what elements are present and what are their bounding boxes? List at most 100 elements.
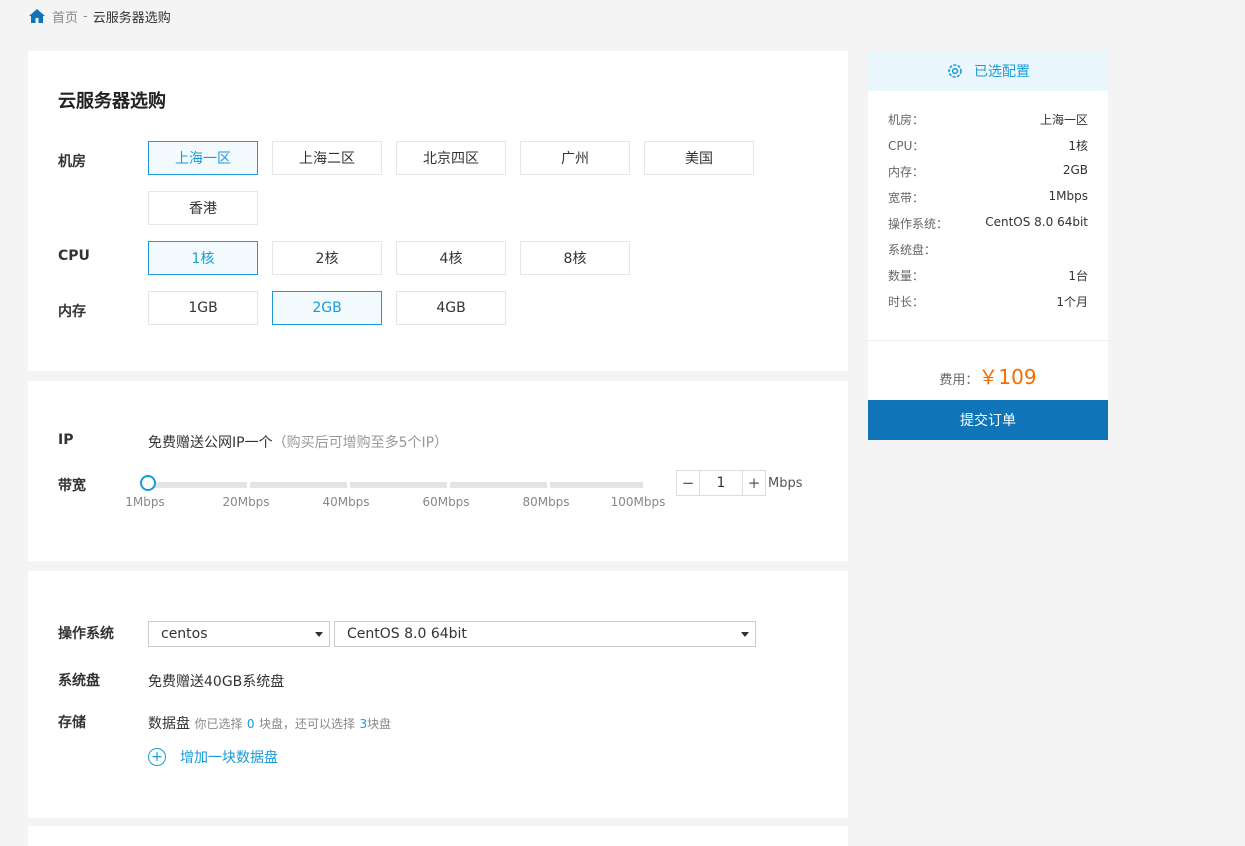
datacenter-label: 机房: [58, 154, 86, 170]
summary-row: 数量： 1台: [868, 267, 1108, 293]
cpu-label: CPU: [58, 248, 90, 264]
summary-key: 宽带：: [888, 191, 925, 205]
bandwidth-unit: Mbps: [768, 476, 803, 491]
summary-key: 机房：: [888, 113, 925, 127]
summary-row: 机房： 上海一区: [868, 111, 1108, 137]
settings-gear-icon: [948, 64, 962, 78]
data-disk-middle: 块盘，还可以选择: [259, 717, 356, 731]
fee-line: 费用：￥109: [868, 361, 1108, 390]
summary-row: 宽带： 1Mbps: [868, 189, 1108, 215]
slider-tick-label: 100Mbps: [610, 495, 666, 509]
os-label: 操作系统: [58, 626, 114, 642]
data-disk-suffix: 块盘: [367, 717, 392, 731]
selected-config-panel: 已选配置 机房： 上海一区 CPU： 1核 内存： 2GB 宽带： 1Mbps 操作系统…: [868, 51, 1108, 440]
ip-hint: （购买后可增购至多5个IP）: [272, 435, 449, 451]
breadcrumb-separator: -: [83, 8, 88, 24]
os-family-value: centos: [161, 626, 208, 642]
summary-row: 系统盘：: [868, 241, 1108, 267]
submit-order-button[interactable]: 提交订单: [868, 400, 1108, 440]
summary-key: CPU：: [888, 139, 925, 153]
home-icon[interactable]: [28, 7, 46, 25]
summary-row: 操作系统： CentOS 8.0 64bit: [868, 215, 1108, 241]
datacenter-option-guangzhou[interactable]: 广州: [520, 141, 630, 175]
summary-value: 1个月: [1056, 295, 1088, 309]
summary-value: CentOS 8.0 64bit: [985, 215, 1088, 229]
slider-tick-label: 1Mbps: [125, 495, 165, 509]
breadcrumb-current: 云服务器选购: [92, 10, 171, 26]
bandwidth-value-input[interactable]: 1: [700, 471, 742, 495]
os-version-select[interactable]: CentOS 8.0 64bit: [334, 621, 756, 647]
selected-config-header: 已选配置: [868, 51, 1108, 91]
next-section-card: [28, 826, 848, 846]
fee-label: 费用：: [939, 373, 979, 388]
os-family-select[interactable]: centos: [148, 621, 330, 647]
breadcrumb-home-link[interactable]: 首页: [52, 7, 78, 26]
memory-label: 内存: [58, 304, 86, 320]
fee-price: ￥109: [978, 365, 1037, 389]
slider-tick-label: 60Mbps: [422, 495, 470, 509]
slider-tick-label: 20Mbps: [222, 495, 270, 509]
slider-segment-gap: [247, 482, 250, 488]
slider-tick-label: 80Mbps: [522, 495, 570, 509]
data-disk-info: 数据盘 你已选择 0 块盘，还可以选择 3块盘: [148, 713, 391, 733]
system-disk-label: 系统盘: [58, 673, 100, 689]
memory-option-2gb[interactable]: 2GB: [272, 291, 382, 325]
datacenter-option-usa[interactable]: 美国: [644, 141, 754, 175]
system-card: 操作系统 centos CentOS 8.0 64bit 系统盘 免费赠送40G…: [28, 571, 848, 818]
network-card: IP 免费赠送公网IP一个（购买后可增购至多5个IP） 带宽 1Mbps 20M…: [28, 381, 848, 561]
page-title: 云服务器选购: [58, 91, 166, 112]
datacenter-option-shanghai-2[interactable]: 上海二区: [272, 141, 382, 175]
slider-segment-gap: [547, 482, 550, 488]
plus-circle-icon: +: [148, 748, 166, 766]
data-disk-prefix: 你已选择: [194, 717, 243, 731]
data-disk-remaining-count: 3: [359, 717, 368, 731]
summary-value: 1核: [1068, 139, 1088, 153]
summary-row: 时长： 1个月: [868, 293, 1108, 319]
server-config-card: 云服务器选购 机房 上海一区 上海二区 北京四区 广州 美国 香港 CPU 1核…: [28, 51, 848, 371]
decrement-button[interactable]: −: [677, 471, 700, 495]
caret-down-icon: [315, 632, 323, 637]
add-data-disk-label: 增加一块数据盘: [180, 750, 278, 766]
summary-key: 时长：: [888, 295, 925, 309]
slider-segment-gap: [447, 482, 450, 488]
datacenter-option-hongkong[interactable]: 香港: [148, 191, 258, 225]
selected-config-title: 已选配置: [974, 64, 1030, 80]
summary-key: 操作系统：: [888, 217, 949, 231]
bandwidth-slider-handle[interactable]: [140, 475, 156, 491]
data-disk-title: 数据盘: [148, 716, 190, 732]
summary-key: 数量：: [888, 269, 925, 283]
summary-value: 2GB: [1062, 163, 1088, 177]
summary-row: 内存： 2GB: [868, 163, 1108, 189]
summary-value: 1台: [1068, 269, 1088, 283]
system-disk-text: 免费赠送40GB系统盘: [148, 674, 285, 690]
datacenter-option-shanghai-1[interactable]: 上海一区: [148, 141, 258, 175]
os-version-value: CentOS 8.0 64bit: [347, 626, 467, 642]
cpu-option-4-core[interactable]: 4核: [396, 241, 506, 275]
cpu-option-1-core[interactable]: 1核: [148, 241, 258, 275]
add-data-disk-button[interactable]: + 增加一块数据盘: [148, 747, 278, 767]
storage-label: 存储: [58, 715, 86, 731]
slider-segment-gap: [347, 482, 350, 488]
caret-down-icon: [741, 632, 749, 637]
bandwidth-stepper: − 1 +: [676, 470, 766, 496]
summary-row: CPU： 1核: [868, 137, 1108, 163]
slider-tick-label: 40Mbps: [322, 495, 370, 509]
bandwidth-slider-track[interactable]: [148, 482, 643, 488]
summary-key: 系统盘：: [888, 243, 937, 257]
summary-divider: [868, 340, 1108, 341]
data-disk-selected-count: 0: [246, 717, 255, 731]
breadcrumb: 首页 - 云服务器选购: [28, 6, 171, 26]
cpu-option-8-core[interactable]: 8核: [520, 241, 630, 275]
datacenter-option-beijing-4[interactable]: 北京四区: [396, 141, 506, 175]
memory-option-4gb[interactable]: 4GB: [396, 291, 506, 325]
ip-text: 免费赠送公网IP一个: [148, 435, 273, 451]
memory-option-1gb[interactable]: 1GB: [148, 291, 258, 325]
increment-button[interactable]: +: [742, 471, 765, 495]
summary-value: 上海一区: [1039, 113, 1088, 127]
summary-value: 1Mbps: [1048, 189, 1088, 203]
ip-description: 免费赠送公网IP一个（购买后可增购至多5个IP）: [148, 432, 448, 452]
cpu-option-2-core[interactable]: 2核: [272, 241, 382, 275]
summary-key: 内存：: [888, 165, 925, 179]
summary-list: 机房： 上海一区 CPU： 1核 内存： 2GB 宽带： 1Mbps 操作系统： Cent…: [868, 91, 1108, 319]
ip-label: IP: [58, 432, 74, 448]
